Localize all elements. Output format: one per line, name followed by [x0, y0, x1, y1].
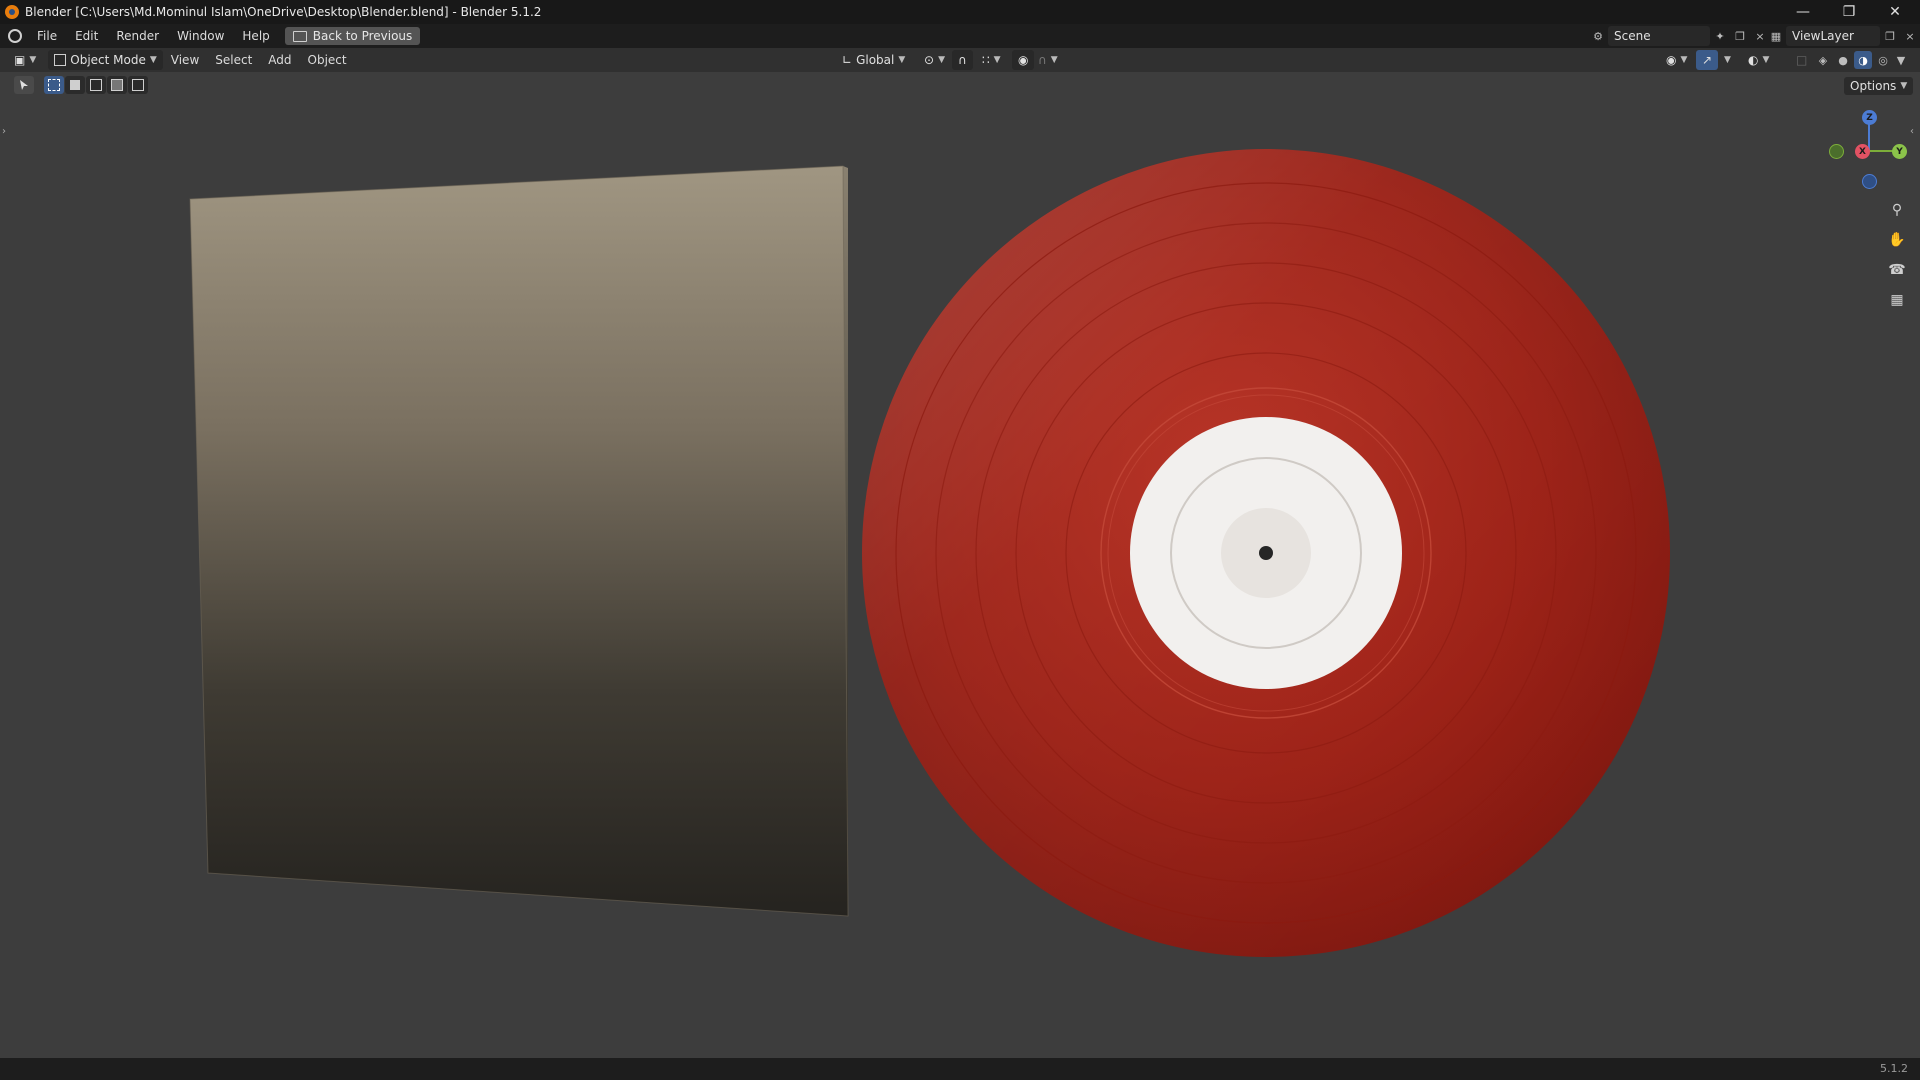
mode-dropdown[interactable]: Object Mode ▼ [48, 50, 163, 70]
xray-toggle[interactable]: □ [1790, 50, 1813, 70]
title-bar: Blender [C:\Users\Md.Mominul Islam\OneDr… [0, 0, 1920, 24]
snap-grid-icon: ∷ [982, 53, 990, 67]
menu-file[interactable]: File [28, 24, 66, 48]
scene-icon[interactable]: ⚙ [1588, 26, 1608, 46]
menu-view[interactable]: View [163, 48, 207, 72]
album-sleeve[interactable] [189, 165, 849, 917]
menu-object[interactable]: Object [300, 48, 355, 72]
gizmo-icon: ↗ [1702, 53, 1713, 67]
snap-toggle[interactable]: ∩ [952, 50, 973, 70]
gizmo-dropdown[interactable]: ▼ [1718, 50, 1737, 70]
sleeve-face [190, 166, 848, 916]
shading-mode-group: ◈ ● ◑ ◎ ▼ [1814, 51, 1908, 69]
window-title: Blender [C:\Users\Md.Mominul Islam\OneDr… [25, 5, 542, 19]
rendered-shading-icon[interactable]: ◎ [1874, 51, 1892, 69]
screen-icon [292, 30, 307, 42]
transform-orientation-dropdown[interactable]: ∟ Global ▼ [836, 50, 911, 70]
gizmo-neg-z-axis[interactable] [1862, 174, 1877, 189]
viewlayer-selector[interactable]: ▦ ViewLayer ❐ × [1766, 26, 1920, 46]
viewlayer-icon[interactable]: ▦ [1766, 26, 1786, 46]
falloff-curve-icon: ∩ [1038, 53, 1047, 67]
version-label: 5.1.2 [1880, 1062, 1908, 1075]
eye-icon: ◉ [1666, 53, 1677, 67]
minimize-icon[interactable]: — [1780, 0, 1826, 24]
solid-shading-icon[interactable]: ● [1834, 51, 1852, 69]
menu-render[interactable]: Render [107, 24, 168, 48]
menu-edit[interactable]: Edit [66, 24, 107, 48]
back-to-previous-label: Back to Previous [312, 29, 413, 43]
gizmo-toggle[interactable]: ↗ [1696, 50, 1719, 70]
pivot-point-dropdown[interactable]: ⊙ ▼ [918, 50, 951, 70]
vinyl-record[interactable] [862, 149, 1670, 957]
blender-logo-icon [5, 5, 19, 19]
wireframe-shading-icon[interactable]: ◈ [1814, 51, 1832, 69]
snap-target-dropdown[interactable]: ∷ ▼ [976, 50, 1007, 70]
blender-menu-icon[interactable] [8, 29, 22, 43]
3d-viewport-icon: ▣ [14, 53, 26, 67]
viewport-canvas[interactable] [0, 98, 1920, 1058]
back-to-previous-button[interactable]: Back to Previous [284, 27, 421, 45]
editor-type-dropdown[interactable]: ▣ ▼ [8, 50, 42, 70]
pivot-icon: ⊙ [924, 53, 935, 67]
orientation-label: Global [856, 53, 895, 67]
invert-selection-icon[interactable] [107, 76, 127, 94]
perspective-toggle-icon[interactable]: ▦ [1884, 287, 1910, 313]
pin-icon[interactable]: ✦ [1710, 26, 1730, 46]
mode-label: Object Mode [70, 53, 146, 67]
scene-name: Scene [1614, 29, 1651, 43]
tool-settings-row [0, 72, 1920, 98]
gizmo-y-axis[interactable]: Y [1892, 144, 1907, 159]
orientation-icon: ∟ [842, 53, 853, 67]
restore-icon[interactable]: ❐ [1826, 0, 1872, 24]
selection-mode-group [44, 76, 148, 94]
status-bar [0, 1058, 1920, 1080]
menu-window[interactable]: Window [168, 24, 233, 48]
material-preview-icon[interactable]: ◑ [1854, 51, 1872, 69]
gizmo-z-axis[interactable]: Z [1862, 110, 1877, 125]
camera-view-icon[interactable]: ☎ [1884, 257, 1910, 283]
new-viewlayer-icon[interactable]: ❐ [1880, 26, 1900, 46]
options-label: Options [1850, 79, 1897, 93]
scene-selector[interactable]: ⚙ Scene ✦ ❐ × [1588, 26, 1770, 46]
extend-selection-icon[interactable] [65, 76, 85, 94]
navigation-gizmo[interactable]: Z Y X [1822, 106, 1912, 196]
menu-select[interactable]: Select [207, 48, 260, 72]
falloff-dropdown[interactable]: ∩ ▼ [1032, 50, 1064, 70]
set-new-selection-icon[interactable] [44, 76, 64, 94]
menu-help[interactable]: Help [233, 24, 278, 48]
gizmo-x-axis[interactable]: X [1855, 144, 1870, 159]
pan-hand-icon[interactable]: ✋ [1884, 227, 1910, 253]
zoom-icon[interactable]: ⚲ [1884, 197, 1910, 223]
menu-add[interactable]: Add [260, 48, 299, 72]
select-tool-icon[interactable] [14, 76, 34, 94]
viewlayer-name: ViewLayer [1792, 29, 1854, 43]
shading-dropdown-icon[interactable]: ▼ [1894, 51, 1908, 69]
object-mode-icon [54, 54, 67, 66]
options-dropdown[interactable]: Options ▼ [1844, 77, 1914, 95]
gizmo-neg-y-axis[interactable] [1829, 144, 1844, 159]
new-scene-icon[interactable]: ❐ [1730, 26, 1750, 46]
toolbar-expand-icon[interactable]: › [2, 126, 6, 137]
spindle-hole [1259, 546, 1273, 560]
3d-viewport[interactable]: › ‹ [0, 98, 1920, 1058]
intersect-selection-icon[interactable] [128, 76, 148, 94]
overlays-icon: ◐ [1748, 53, 1759, 67]
visibility-dropdown[interactable]: ◉ ▼ [1660, 50, 1693, 70]
magnet-icon: ∩ [958, 53, 967, 67]
delete-viewlayer-icon[interactable]: × [1900, 26, 1920, 46]
subtract-selection-icon[interactable] [86, 76, 106, 94]
proportional-icon: ◉ [1018, 53, 1029, 67]
close-icon[interactable]: ✕ [1872, 0, 1918, 24]
xray-icon: □ [1796, 53, 1808, 67]
overlays-toggle[interactable]: ◐ ▼ [1742, 50, 1775, 70]
